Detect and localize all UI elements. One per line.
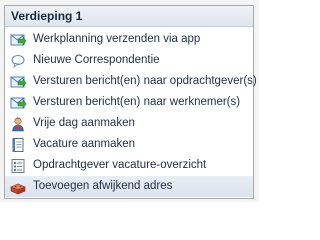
menu-item-label: Werkplanning verzenden via app <box>33 33 201 45</box>
menu-item-label: Nieuwe Correspondentie <box>33 54 160 66</box>
menu-item-afwijkend-adres[interactable]: Toevoegen afwijkend adres <box>5 176 253 197</box>
person-icon <box>10 116 26 132</box>
menu-item-vacature-aanmaken[interactable]: Vacature aanmaken <box>5 134 253 155</box>
brick-icon <box>10 179 26 195</box>
list-icon <box>10 158 26 174</box>
send-mail-icon <box>10 95 27 111</box>
menu-header-title: Verdieping 1 <box>11 9 83 23</box>
context-menu-frame: Verdieping 1 Werkplanning verzenden via … <box>0 0 259 202</box>
document-icon <box>10 137 26 153</box>
send-mail-icon <box>10 32 27 48</box>
menu-item-bericht-werknemer[interactable]: Versturen bericht(en) naar werknemer(s) <box>5 92 253 113</box>
menu-item-bericht-opdrachtgever[interactable]: Versturen bericht(en) naar opdrachtgever… <box>5 71 257 92</box>
menu-item-label: Vrije dag aanmaken <box>33 117 135 129</box>
menu-item-vrije-dag[interactable]: Vrije dag aanmaken <box>5 113 253 134</box>
menu-item-vacature-overzicht[interactable]: Opdrachtgever vacature-overzicht <box>5 155 253 176</box>
context-menu: Verdieping 1 Werkplanning verzenden via … <box>4 5 257 199</box>
menu-item-label: Versturen bericht(en) naar werknemer(s) <box>33 96 241 108</box>
menu-item-label: Versturen bericht(en) naar opdrachtgever… <box>33 75 257 87</box>
menu-item-werkplanning-verzenden[interactable]: Werkplanning verzenden via app <box>5 29 253 50</box>
menu-item-label: Vacature aanmaken <box>33 138 136 150</box>
speech-bubble-icon <box>10 53 26 69</box>
menu-header: Verdieping 1 <box>5 6 253 27</box>
menu-item-nieuwe-correspondentie[interactable]: Nieuwe Correspondentie <box>5 50 253 71</box>
menu-item-label: Opdrachtgever vacature-overzicht <box>33 159 207 171</box>
send-mail-icon <box>10 74 27 90</box>
menu-item-label: Toevoegen afwijkend adres <box>33 180 173 192</box>
